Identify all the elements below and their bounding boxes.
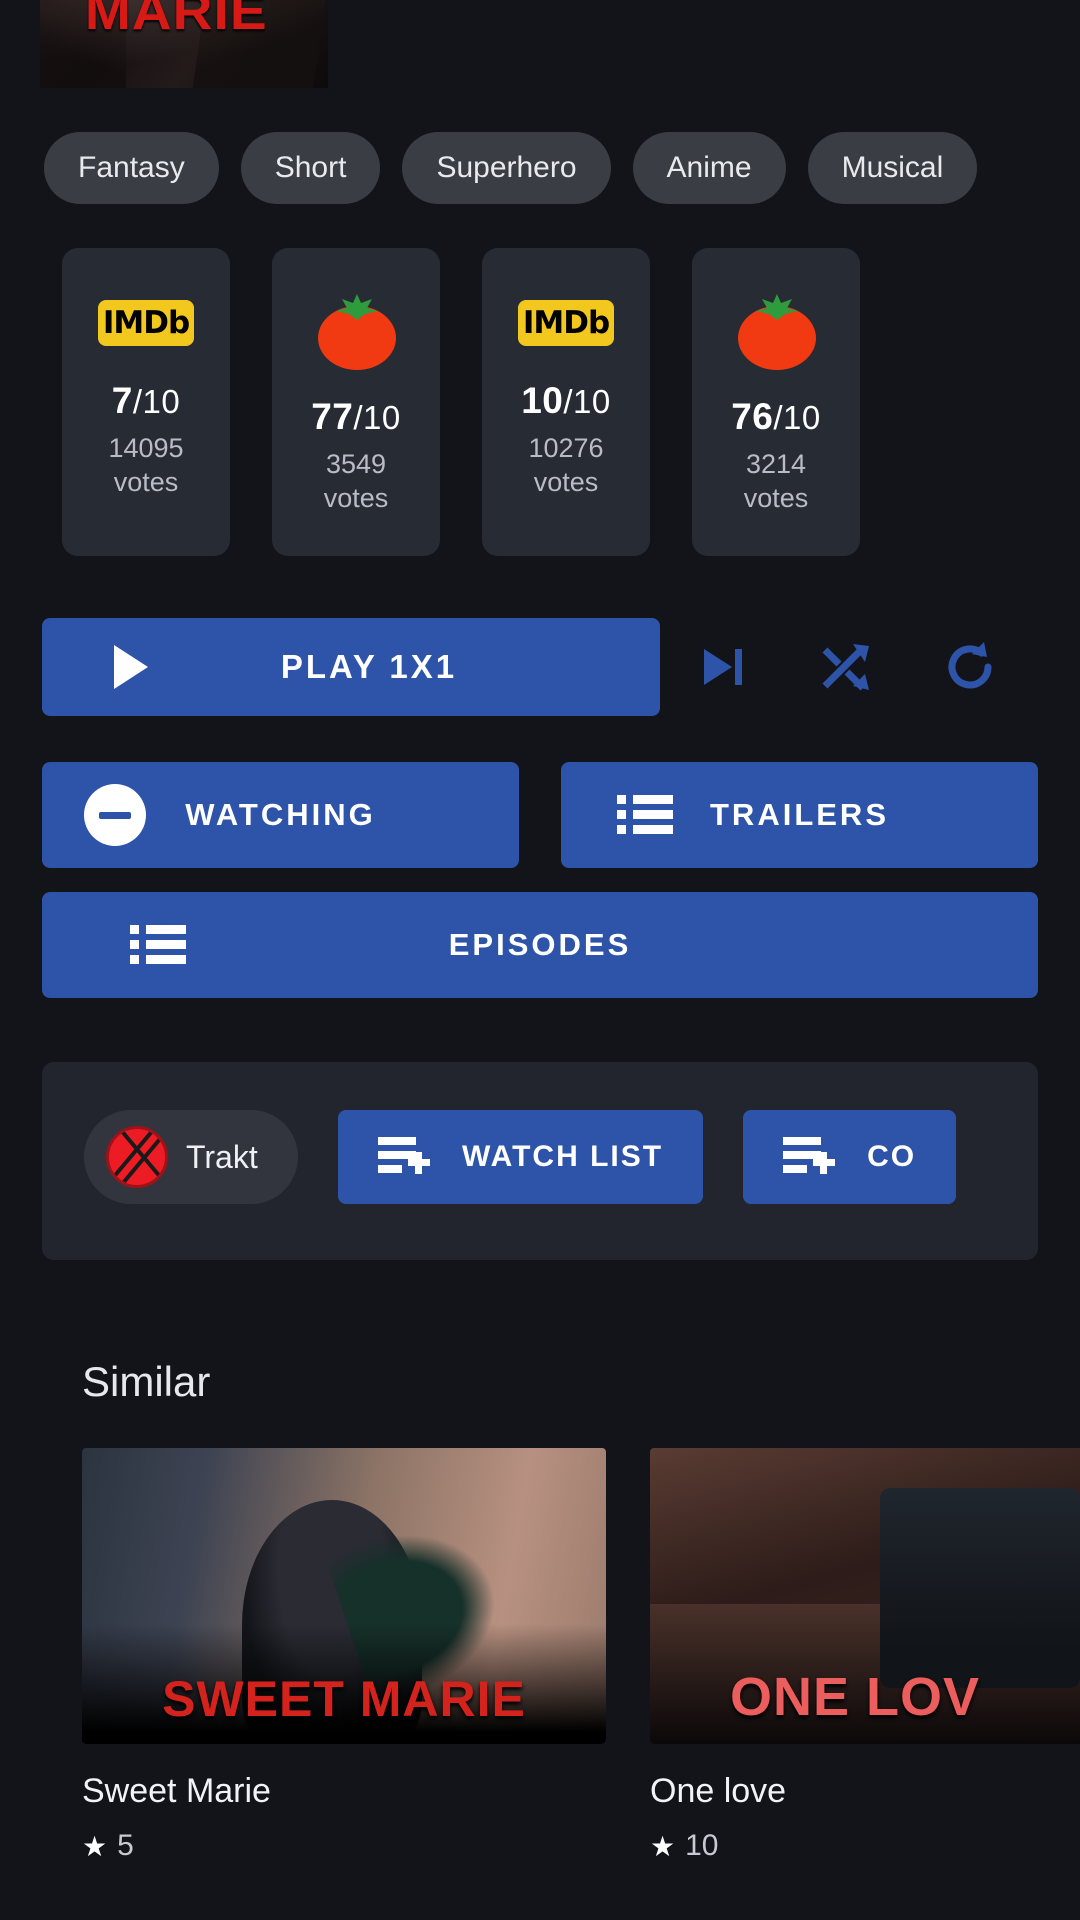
similar-poster-text: ONE LOV — [650, 1666, 1080, 1728]
rating-score: 7/10 — [112, 380, 180, 422]
tomato-leaf-icon — [754, 294, 800, 320]
similar-section-heading: Similar — [82, 1358, 210, 1406]
similar-card-title: Sweet Marie — [82, 1772, 606, 1811]
watch-list-button-label: WATCH LIST — [462, 1140, 663, 1174]
similar-list: SWEET MARIE Sweet Marie ★ 5 ONE LOV One … — [0, 1448, 1080, 1908]
rating-card-tomato-2[interactable]: 76/10 3214 votes — [692, 248, 860, 556]
similar-card-title: One love — [650, 1772, 1080, 1811]
play-button[interactable]: PLAY 1X1 — [42, 618, 660, 716]
shuffle-icon — [819, 640, 873, 694]
skip-next-button[interactable] — [660, 618, 784, 716]
rating-votes: 3549 votes — [324, 448, 389, 516]
genre-chip-anime[interactable]: Anime — [633, 132, 786, 204]
rating-score: 77/10 — [311, 396, 401, 438]
rating-card-imdb-2[interactable]: IMDb 10/10 10276 votes — [482, 248, 650, 556]
genre-chip-label: Superhero — [436, 151, 576, 185]
rating-votes-count: 14095 — [108, 432, 183, 466]
trakt-panel: Trakt WATCH LIST CO — [42, 1062, 1038, 1260]
episodes-button-label: EPISODES — [42, 927, 1038, 963]
tomato-leaf-icon — [334, 294, 380, 320]
rating-votes-count: 3214 — [744, 448, 809, 482]
rating-votes-count: 3549 — [324, 448, 389, 482]
rating-card-tomato-1[interactable]: 77/10 3549 votes — [272, 248, 440, 556]
status-buttons-row: WATCHING TRAILERS — [42, 762, 1038, 868]
movie-poster-header[interactable]: MARIE — [40, 0, 328, 88]
rating-score: 76/10 — [731, 396, 821, 438]
rating-score-denominator: /10 — [133, 383, 180, 420]
similar-thumbnail[interactable]: ONE LOV — [650, 1448, 1080, 1744]
rating-votes-label: votes — [744, 482, 809, 516]
skip-next-icon — [696, 641, 748, 693]
star-icon: ★ — [82, 1830, 107, 1863]
similar-thumbnail[interactable]: SWEET MARIE — [82, 1448, 606, 1744]
trakt-chip-label: Trakt — [186, 1139, 258, 1176]
rating-score-denominator: /10 — [353, 399, 400, 436]
rating-score-denominator: /10 — [773, 399, 820, 436]
genre-chip-superhero[interactable]: Superhero — [402, 132, 610, 204]
play-icon — [114, 645, 148, 689]
rating-score-denominator: /10 — [563, 383, 610, 420]
rating-votes: 10276 votes — [528, 432, 603, 500]
tomato-icon — [728, 286, 824, 362]
rating-score-value: 76 — [731, 396, 773, 437]
trakt-logo-icon — [106, 1126, 168, 1188]
play-controls-row: PLAY 1X1 — [42, 618, 1038, 716]
refresh-button[interactable] — [908, 618, 1032, 716]
rating-votes: 3214 votes — [744, 448, 809, 516]
list-icon — [130, 923, 186, 967]
minus-circle-icon — [84, 784, 146, 846]
poster-title: MARIE — [85, 0, 268, 42]
genre-chip-label: Short — [275, 151, 347, 185]
rating-score-value: 10 — [521, 380, 563, 421]
collection-button[interactable]: CO — [743, 1110, 956, 1204]
rating-votes-label: votes — [108, 466, 183, 500]
trailers-button[interactable]: TRAILERS — [561, 762, 1038, 868]
similar-card-rating: ★ 5 — [82, 1829, 606, 1863]
thumbnail-art-figure — [880, 1488, 1080, 1688]
genre-chip-musical[interactable]: Musical — [808, 132, 978, 204]
genre-chip-list[interactable]: Fantasy Short Superhero Anime Musical — [0, 126, 1080, 210]
watch-list-button[interactable]: WATCH LIST — [338, 1110, 703, 1204]
imdb-logo-icon: IMDb — [518, 300, 614, 346]
refresh-icon — [943, 640, 997, 694]
imdb-logo-icon: IMDb — [98, 300, 194, 346]
episodes-button[interactable]: EPISODES — [42, 892, 1038, 998]
playlist-add-icon — [783, 1135, 837, 1179]
watching-button[interactable]: WATCHING — [42, 762, 519, 868]
similar-card-sweet-marie[interactable]: SWEET MARIE Sweet Marie ★ 5 — [82, 1448, 606, 1908]
similar-poster-text: SWEET MARIE — [82, 1670, 606, 1728]
rating-card-imdb-1[interactable]: IMDb 7/10 14095 votes — [62, 248, 230, 556]
rating-score-value: 7 — [112, 380, 133, 421]
trakt-account-chip[interactable]: Trakt — [84, 1110, 298, 1204]
rating-score-value: 77 — [311, 396, 353, 437]
rating-votes: 14095 votes — [108, 432, 183, 500]
rating-votes-label: votes — [324, 482, 389, 516]
star-icon: ★ — [650, 1830, 675, 1863]
tomato-icon — [308, 286, 404, 362]
list-icon — [617, 793, 673, 837]
genre-chip-label: Musical — [842, 151, 944, 185]
collection-button-label: CO — [867, 1140, 916, 1174]
shuffle-button[interactable] — [784, 618, 908, 716]
episodes-row: EPISODES — [42, 892, 1038, 998]
similar-card-rating-value: 10 — [685, 1829, 718, 1863]
similar-card-rating: ★ 10 — [650, 1829, 1080, 1863]
genre-chip-label: Fantasy — [78, 151, 185, 185]
genre-chip-fantasy[interactable]: Fantasy — [44, 132, 219, 204]
trakt-row: Trakt WATCH LIST CO — [84, 1110, 956, 1204]
genre-chip-label: Anime — [667, 151, 752, 185]
ratings-list: IMDb 7/10 14095 votes 77/10 3549 votes I… — [0, 248, 1080, 570]
similar-card-one-love[interactable]: ONE LOV One love ★ 10 — [650, 1448, 1080, 1908]
rating-score: 10/10 — [521, 380, 611, 422]
similar-card-rating-value: 5 — [117, 1829, 134, 1863]
rating-votes-count: 10276 — [528, 432, 603, 466]
genre-chip-short[interactable]: Short — [241, 132, 381, 204]
playlist-add-icon — [378, 1135, 432, 1179]
rating-votes-label: votes — [528, 466, 603, 500]
